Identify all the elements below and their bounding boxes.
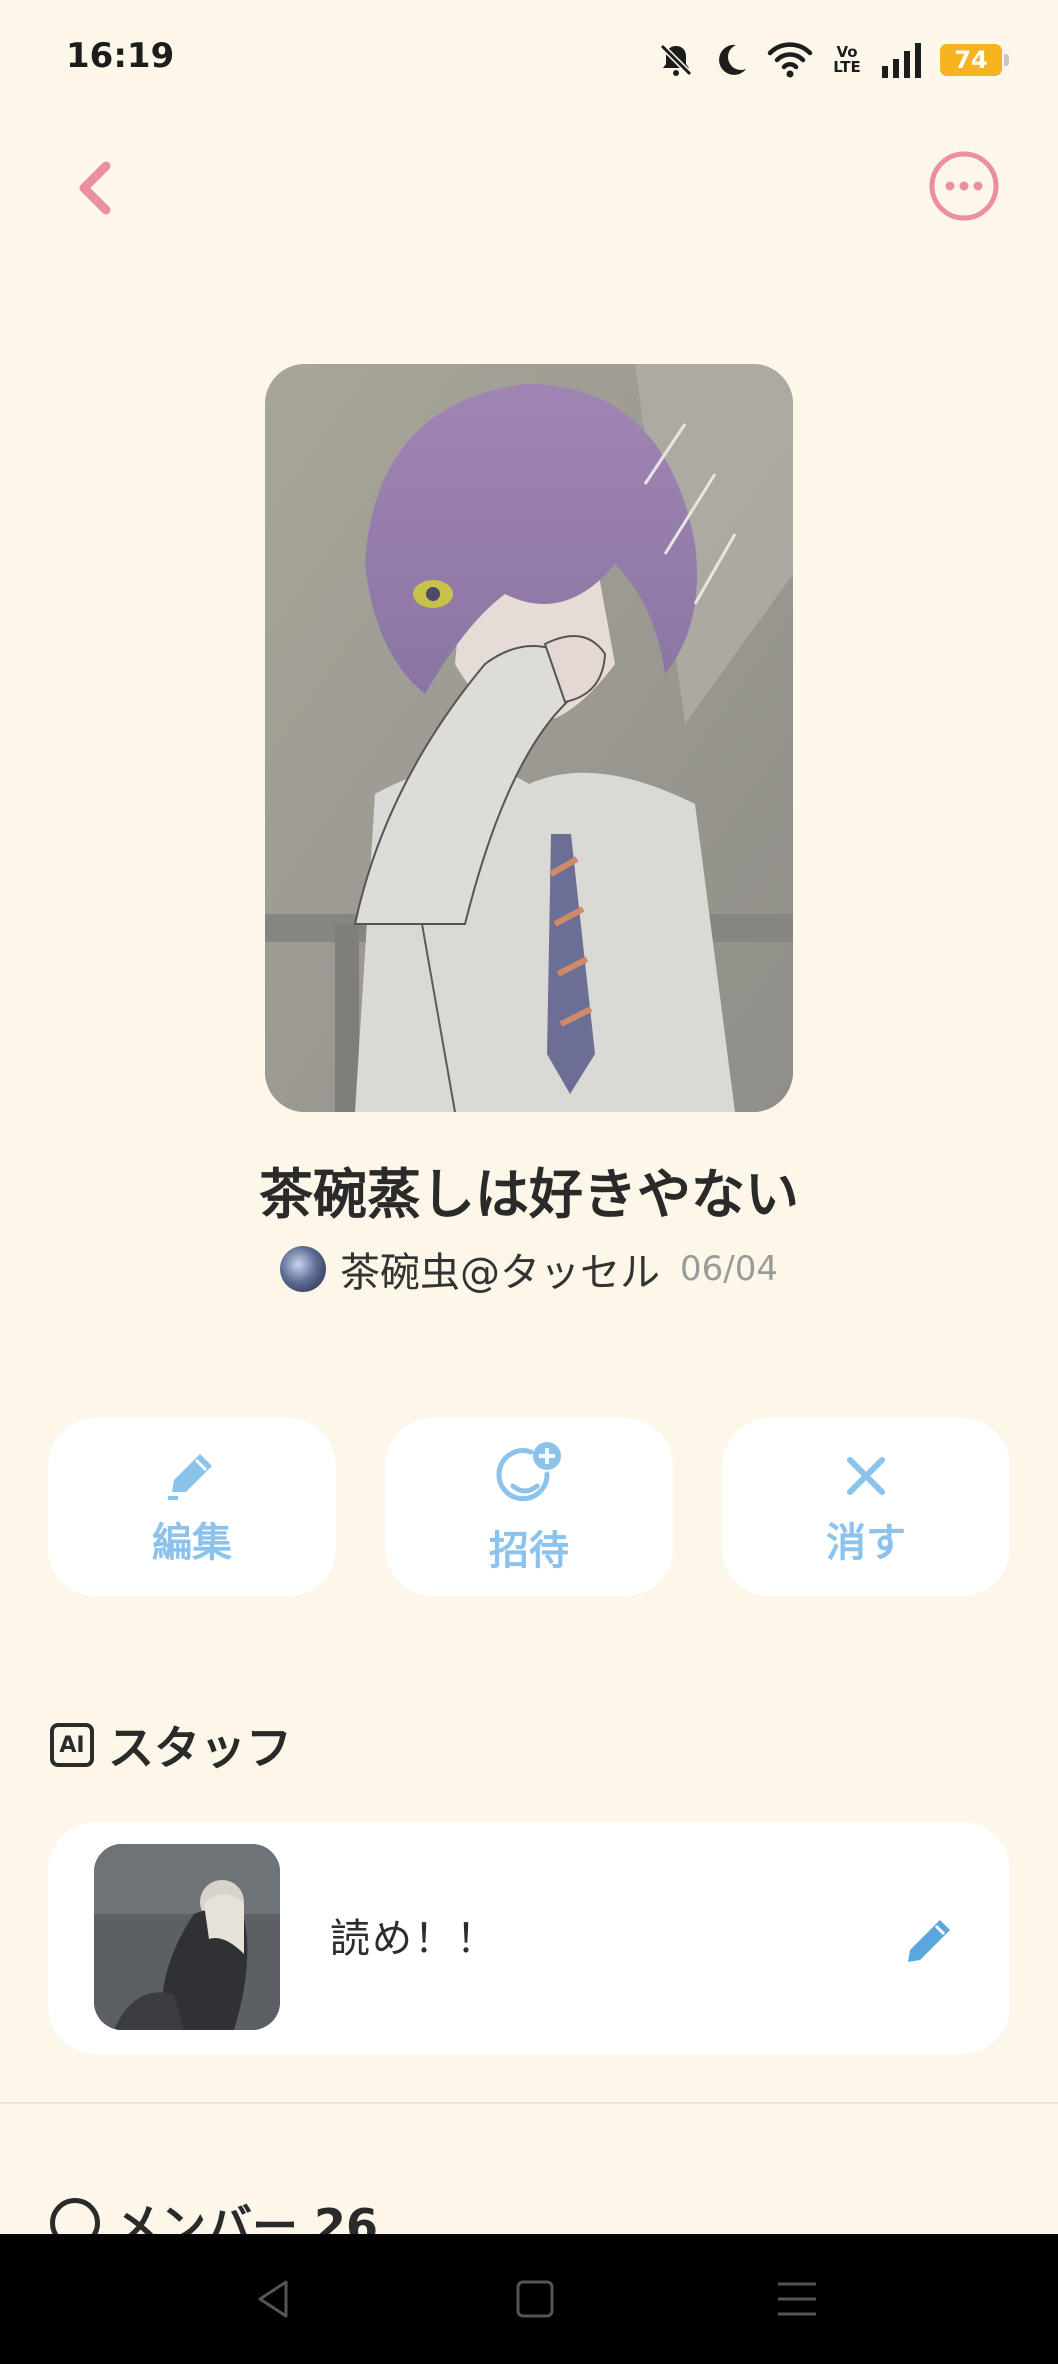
more-options-button[interactable] — [928, 150, 1000, 222]
pencil-icon — [908, 1920, 950, 1962]
back-button[interactable] — [64, 152, 128, 224]
wifi-icon — [767, 42, 813, 78]
status-time: 16:19 — [66, 36, 175, 76]
chevron-left-icon — [79, 161, 111, 215]
more-horizontal-icon — [929, 151, 999, 221]
status-icons: Vo LTE 74 — [656, 36, 1009, 84]
staff-avatar[interactable] — [94, 1844, 280, 2030]
battery-icon: 74 — [940, 44, 1009, 76]
delete-button[interactable]: 消す — [722, 1418, 1010, 1596]
post-date: 06/04 — [680, 1249, 778, 1289]
volte-icon: Vo LTE — [833, 43, 861, 76]
story-title: 茶碗蒸しは好きやない — [259, 1163, 799, 1226]
signal-icon — [882, 43, 921, 78]
author-name[interactable]: 茶碗虫@タッセル — [340, 1240, 660, 1298]
author-avatar[interactable] — [280, 1246, 326, 1292]
add-face-icon — [496, 1442, 561, 1502]
story-cover-image[interactable] — [265, 364, 793, 1112]
close-icon — [847, 1457, 885, 1495]
staff-edit-button[interactable] — [900, 1910, 960, 1970]
staff-heading: スタッフ — [108, 1721, 292, 1775]
ai-badge-icon: AI — [50, 1723, 94, 1767]
system-navigation-bar — [0, 2234, 1058, 2364]
menu-lines-icon[interactable] — [772, 2274, 822, 2324]
staff-section-header: AI スタッフ — [50, 1712, 292, 1778]
invite-button-label: 招待 — [489, 1528, 569, 1574]
invite-button[interactable]: 招待 — [385, 1418, 673, 1596]
edit-button[interactable]: 編集 — [48, 1418, 336, 1596]
moon-icon — [719, 44, 746, 75]
back-triangle-icon[interactable] — [248, 2274, 298, 2324]
staff-card[interactable]: 読め！！ — [48, 1822, 1010, 2054]
section-divider — [0, 2102, 1058, 2104]
edit-button-label: 編集 — [152, 1520, 232, 1566]
author-row[interactable]: 茶碗虫@タッセル 06/04 — [0, 1240, 1058, 1298]
home-square-icon[interactable] — [510, 2274, 560, 2324]
pencil-icon — [168, 1454, 212, 1500]
delete-button-label: 消す — [826, 1520, 906, 1566]
mute-icon — [659, 43, 693, 77]
staff-message: 読め！！ — [330, 1916, 498, 1962]
